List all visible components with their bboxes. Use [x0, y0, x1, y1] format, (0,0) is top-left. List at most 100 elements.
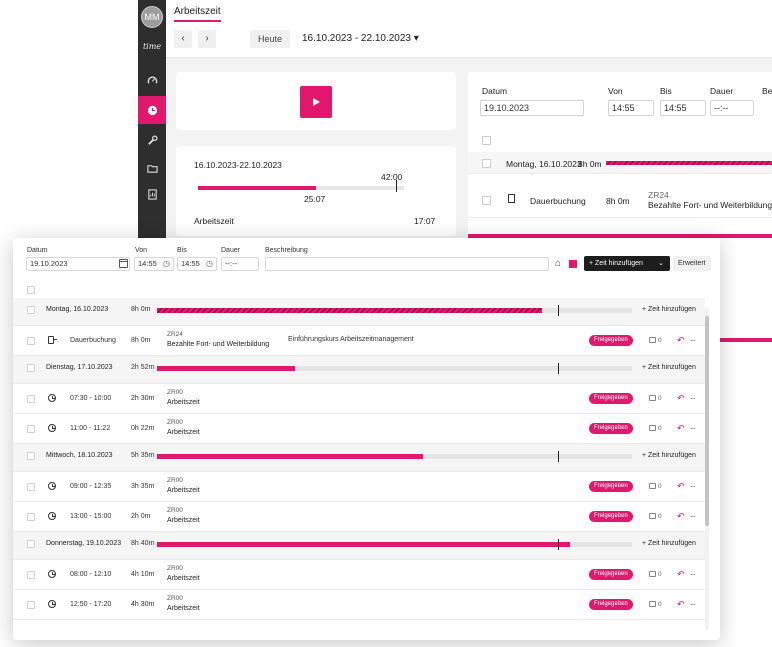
- day-progress-bar: [157, 451, 632, 462]
- select-all-checkbox[interactable]: [482, 136, 491, 145]
- dauer-input[interactable]: --:--: [221, 257, 259, 271]
- tab-arbeitszeit[interactable]: Arbeitszeit: [174, 6, 221, 22]
- von-input[interactable]: 14:55 ◷: [134, 257, 174, 271]
- entry-row[interactable]: 09:00 - 12:35 3h 35m ZR00 Arbeitszeit Fr…: [13, 472, 705, 502]
- entry-category: Arbeitszeit: [167, 399, 200, 406]
- bis-label: Bis: [177, 247, 187, 254]
- sidebar-item-folder[interactable]: [138, 154, 166, 182]
- sidebar-item-time[interactable]: [138, 96, 166, 124]
- entry-checkbox[interactable]: [27, 483, 35, 491]
- office-icon[interactable]: [569, 260, 577, 268]
- day-checkbox[interactable]: [27, 452, 35, 460]
- summary-label: Arbeitszeit: [194, 216, 234, 226]
- von-input[interactable]: 14:55: [608, 100, 654, 116]
- beschreibung-input[interactable]: [265, 257, 549, 271]
- comment-count[interactable]: 0: [649, 513, 662, 520]
- comment-count[interactable]: 0: [649, 395, 662, 402]
- undo-icon[interactable]: ↶: [677, 424, 685, 433]
- more-menu-icon[interactable]: ···: [690, 424, 696, 433]
- day-checkbox[interactable]: [27, 540, 35, 548]
- chevron-down-icon[interactable]: ⌄: [658, 256, 664, 271]
- bis-input[interactable]: 14:55 ◷: [177, 257, 217, 271]
- comment-count[interactable]: 0: [649, 601, 662, 608]
- day-progress-bar: [157, 539, 632, 550]
- status-badge: Freigegeben: [589, 569, 633, 580]
- today-button[interactable]: Heute: [250, 30, 291, 48]
- next-week-button[interactable]: ›: [198, 30, 216, 48]
- calendar-icon[interactable]: [119, 259, 128, 268]
- undo-icon[interactable]: ↶: [677, 336, 685, 345]
- day-progress-bar: [157, 305, 632, 316]
- von-label: Von: [608, 86, 623, 96]
- more-menu-icon[interactable]: ···: [690, 482, 696, 491]
- day-name: Mittwoch, 18.10.2023: [46, 452, 113, 459]
- entry-row[interactable]: 07:30 - 10:00 2h 30m ZR00 Arbeitszeit Fr…: [13, 384, 705, 414]
- home-icon[interactable]: ⌂: [555, 259, 561, 269]
- undo-icon[interactable]: ↶: [677, 570, 685, 579]
- erweitert-button[interactable]: Erweitert: [673, 256, 711, 271]
- add-time-link[interactable]: + Zeit hinzufügen: [642, 540, 696, 547]
- add-time-link[interactable]: + Zeit hinzufügen: [642, 364, 696, 371]
- add-time-button[interactable]: + Zeit hinzufügen ⌄: [584, 256, 670, 271]
- status-badge: Freigegeben: [589, 599, 633, 610]
- entry-category: Arbeitszeit: [167, 605, 200, 612]
- entry-checkbox[interactable]: [27, 425, 35, 433]
- entry-row[interactable]: 13:00 - 15:00 2h 0m ZR00 Arbeitszeit Fre…: [13, 502, 705, 532]
- comment-count[interactable]: 0: [649, 483, 662, 490]
- day-checkbox[interactable]: [27, 364, 35, 372]
- more-menu-icon[interactable]: ···: [690, 600, 696, 609]
- entry-code: ZR00: [167, 507, 183, 514]
- entry-time: 11:00 - 11:22: [70, 425, 111, 432]
- day-checkbox[interactable]: [27, 306, 35, 314]
- more-menu-icon[interactable]: ···: [690, 336, 696, 345]
- entry-checkbox[interactable]: [27, 571, 35, 579]
- play-button[interactable]: [300, 86, 332, 118]
- prev-week-button[interactable]: ‹: [174, 30, 192, 48]
- wrench-icon: [147, 134, 158, 145]
- scrollbar-thumb[interactable]: [705, 316, 709, 526]
- timer-card: [176, 72, 456, 130]
- undo-icon[interactable]: ↶: [677, 600, 685, 609]
- sidebar-item-tools[interactable]: [138, 126, 166, 154]
- entry-row[interactable]: 12:50 - 17:20 4h 30m ZR00 Arbeitszeit Fr…: [13, 590, 705, 620]
- entry-code: ZR00: [167, 419, 183, 426]
- entry-row[interactable]: 08:00 - 12:10 4h 10m ZR00 Arbeitszeit Fr…: [13, 560, 705, 590]
- comment-count[interactable]: 0: [649, 571, 662, 578]
- date-range-select[interactable]: 16.10.2023 - 22.10.2023 ▾: [302, 33, 419, 44]
- dauer-label: Dauer: [710, 86, 734, 96]
- avatar[interactable]: MM: [141, 6, 163, 28]
- add-time-link[interactable]: + Zeit hinzufügen: [642, 452, 696, 459]
- scrollbar[interactable]: [705, 308, 709, 630]
- more-menu-icon[interactable]: ···: [690, 394, 696, 403]
- entry-checkbox[interactable]: [27, 513, 35, 521]
- more-menu-icon[interactable]: ···: [690, 570, 696, 579]
- day-hours: 8h 0m: [131, 306, 151, 313]
- comment-count[interactable]: 0: [649, 425, 662, 432]
- undo-icon[interactable]: ↶: [677, 512, 685, 521]
- datum-input[interactable]: 19.10.2023: [26, 257, 130, 271]
- more-menu-icon[interactable]: ···: [690, 512, 696, 521]
- entry-checkbox[interactable]: [27, 337, 35, 345]
- day-progress-fill: [157, 454, 423, 459]
- datum-input[interactable]: 19.10.2023: [480, 100, 584, 116]
- entry-checkbox[interactable]: [27, 395, 35, 403]
- dauer-input[interactable]: --:--: [710, 100, 754, 116]
- bis-input[interactable]: 14:55: [660, 100, 706, 116]
- sidebar-item-dashboard[interactable]: [138, 66, 166, 94]
- comment-count[interactable]: 0: [649, 337, 662, 344]
- select-all-checkbox[interactable]: [27, 286, 35, 294]
- von-label: Von: [135, 247, 148, 254]
- undo-icon[interactable]: ↶: [677, 394, 685, 403]
- entry-hours: 4h 30m: [131, 601, 155, 608]
- entry-row[interactable]: Dauerbuchung 8h 0m ZR24 Bezahlte Fort- u…: [13, 326, 705, 356]
- comment-icon: [649, 395, 656, 401]
- clock-icon: [147, 105, 157, 115]
- status-badge: Freigegeben: [589, 423, 633, 434]
- sidebar-item-reports[interactable]: [138, 180, 166, 208]
- day-hours: 5h 35m: [131, 452, 155, 459]
- entry-row[interactable]: 11:00 - 11:22 0h 22m ZR00 Arbeitszeit Fr…: [13, 414, 705, 444]
- entry-checkbox[interactable]: [27, 601, 35, 609]
- undo-icon[interactable]: ↶: [677, 482, 685, 491]
- add-time-link[interactable]: + Zeit hinzufügen: [642, 306, 696, 313]
- door-icon: [508, 194, 515, 203]
